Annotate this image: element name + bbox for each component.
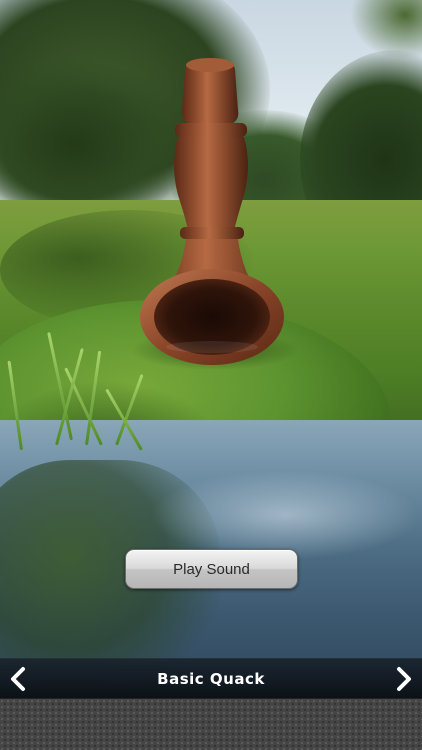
app-screen: Play Sound Basic Quack [0,0,422,750]
sound-navigation-bar: Basic Quack [0,658,422,699]
play-sound-button[interactable]: Play Sound [125,549,298,589]
chevron-left-icon [11,667,25,691]
play-sound-label: Play Sound [173,560,250,578]
textured-footer [0,698,422,750]
chevron-right-icon [397,667,411,691]
previous-sound-button[interactable] [2,663,34,695]
sound-title: Basic Quack [157,670,265,688]
next-sound-button[interactable] [388,663,420,695]
duck-call-icon [130,55,295,375]
water-sheen [150,470,420,560]
background-scene [0,0,422,698]
